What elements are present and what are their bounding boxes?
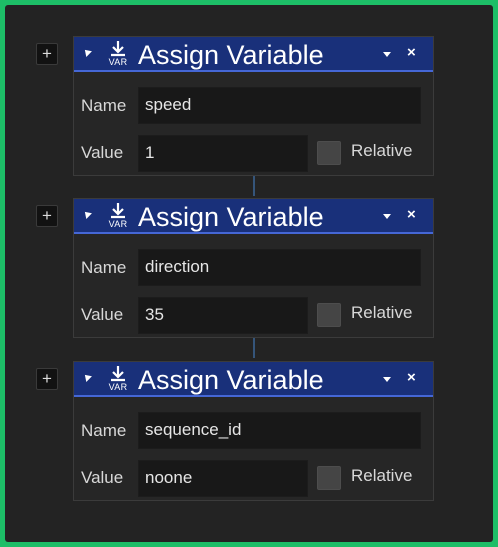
relative-checkbox[interactable]: [317, 466, 341, 490]
value-field[interactable]: 35: [138, 297, 308, 334]
collapse-arrow-icon[interactable]: [82, 372, 92, 382]
add-action-button[interactable]: +: [36, 368, 58, 390]
collapse-arrow-icon[interactable]: [82, 47, 92, 57]
relative-checkbox[interactable]: [317, 141, 341, 165]
action-panel: VAR Assign Variable × Name direction Val…: [73, 198, 434, 338]
relative-label: Relative: [351, 303, 413, 322]
action-panel: VAR Assign Variable × Name sequence_id V…: [73, 361, 434, 501]
relative-label: Relative: [351, 141, 413, 160]
var-icon-caption: VAR: [108, 57, 128, 67]
name-label: Name: [81, 258, 127, 277]
action-header[interactable]: VAR Assign Variable ×: [74, 37, 433, 72]
action-header[interactable]: VAR Assign Variable ×: [74, 199, 433, 234]
close-icon[interactable]: ×: [407, 44, 416, 62]
value-field[interactable]: noone: [138, 460, 308, 497]
add-action-button[interactable]: +: [36, 43, 58, 65]
var-download-icon: VAR: [105, 203, 131, 230]
dropdown-arrow-icon[interactable]: [383, 214, 391, 219]
event-actions-panel: + VAR Assign Variable × Name speed Value…: [5, 5, 493, 542]
value-label: Value: [81, 468, 124, 487]
close-icon[interactable]: ×: [407, 206, 416, 224]
var-download-icon: VAR: [105, 41, 131, 68]
action-header[interactable]: VAR Assign Variable ×: [74, 362, 433, 397]
add-action-button[interactable]: +: [36, 205, 58, 227]
action-panel: VAR Assign Variable × Name speed Value 1…: [73, 36, 434, 176]
close-icon[interactable]: ×: [407, 369, 416, 387]
relative-checkbox[interactable]: [317, 303, 341, 327]
action-title: Assign Variable: [138, 202, 324, 232]
action-title: Assign Variable: [138, 365, 324, 395]
value-label: Value: [81, 143, 124, 162]
assign-variable-block: + VAR Assign Variable × Name sequence_id…: [5, 330, 493, 501]
collapse-arrow-icon[interactable]: [82, 209, 92, 219]
assign-variable-block: + VAR Assign Variable × Name speed Value…: [5, 5, 493, 176]
name-field[interactable]: sequence_id: [138, 412, 421, 449]
name-label: Name: [81, 96, 127, 115]
var-icon-caption: VAR: [108, 219, 128, 229]
dropdown-arrow-icon[interactable]: [383, 52, 391, 57]
name-label: Name: [81, 421, 127, 440]
dropdown-arrow-icon[interactable]: [383, 377, 391, 382]
action-title: Assign Variable: [138, 40, 324, 70]
name-field[interactable]: direction: [138, 249, 421, 286]
var-icon-caption: VAR: [108, 382, 128, 392]
name-field[interactable]: speed: [138, 87, 421, 124]
value-label: Value: [81, 305, 124, 324]
relative-label: Relative: [351, 466, 413, 485]
var-download-icon: VAR: [105, 366, 131, 393]
assign-variable-block: + VAR Assign Variable × Name direction V…: [5, 167, 493, 338]
